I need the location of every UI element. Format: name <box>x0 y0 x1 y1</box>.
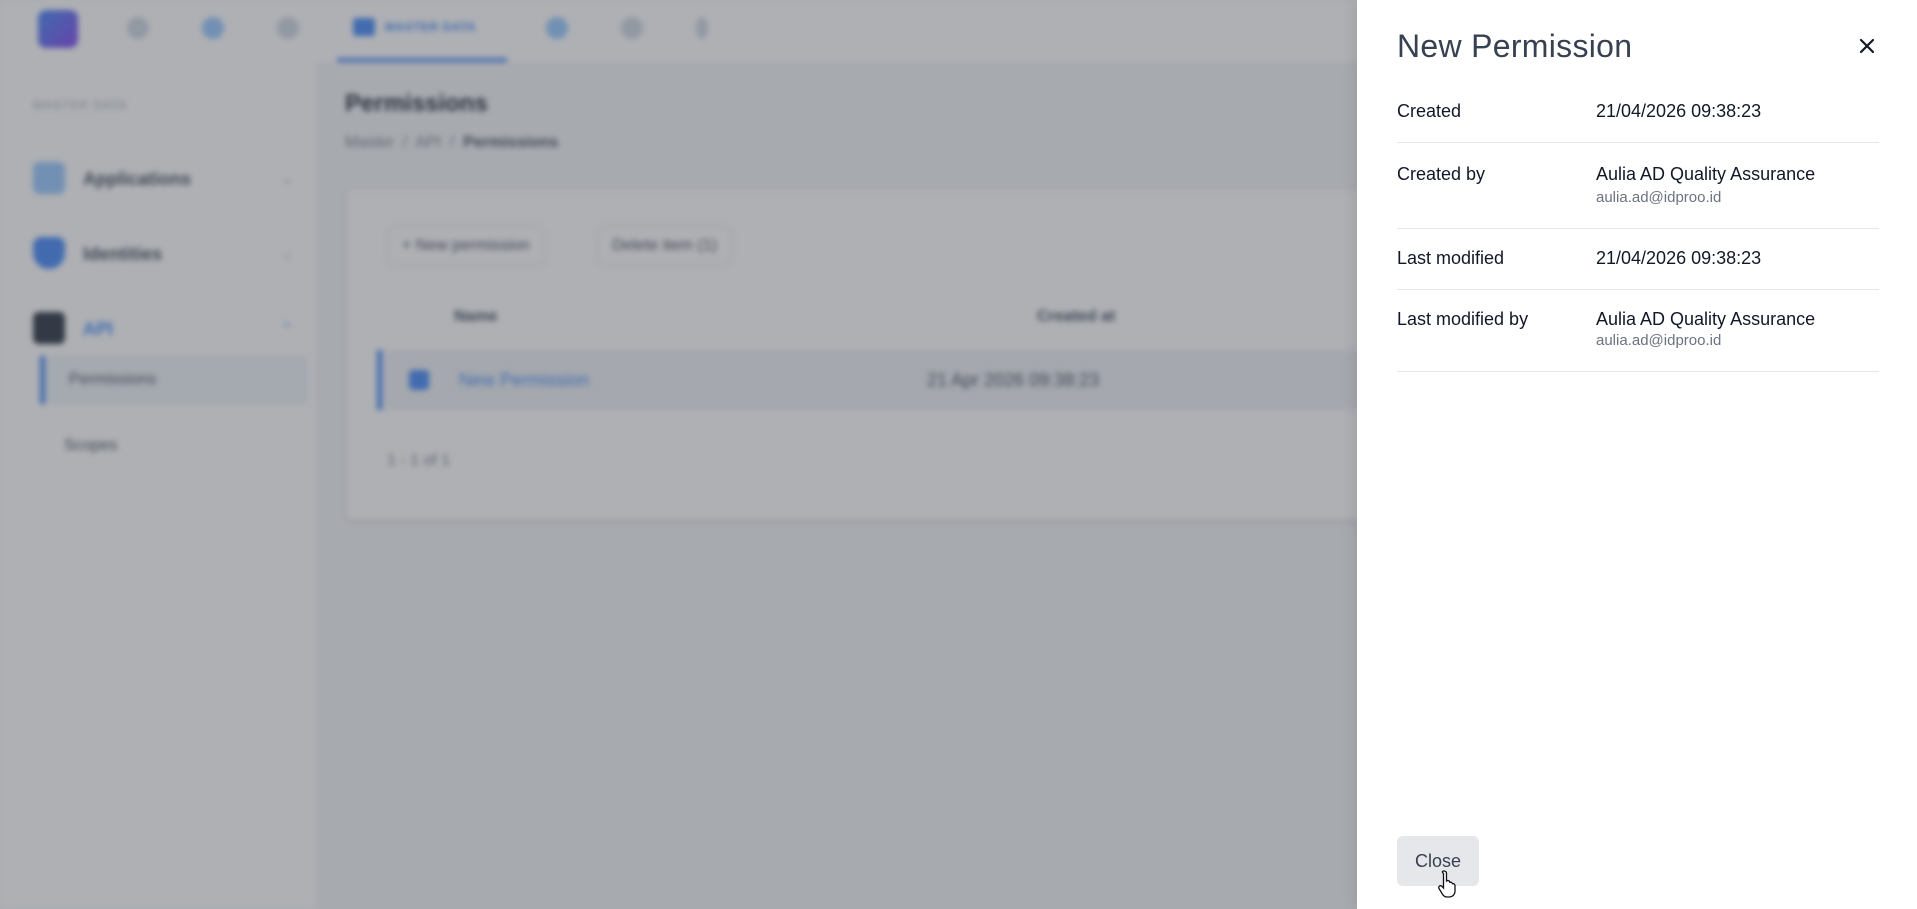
info-row-last-modified-by: Last modified by Aulia AD Quality Assura… <box>1397 290 1879 372</box>
created-by-label: Created by <box>1397 164 1486 184</box>
last-modified-by-email: aulia.ad@idproo.id <box>1596 332 1722 349</box>
created-value: 21/04/2026 09:38:23 <box>1596 101 1762 121</box>
hand-cursor-icon <box>1438 870 1456 898</box>
created-label: Created <box>1397 101 1462 121</box>
info-row-created: Created 21/04/2026 09:38:23 <box>1397 80 1879 143</box>
last-modified-by-label: Last modified by <box>1397 309 1529 329</box>
last-modified-value: 21/04/2026 09:38:23 <box>1596 248 1762 268</box>
audit-info-list: Created 21/04/2026 09:38:23 Created by A… <box>1397 80 1879 372</box>
info-row-last-modified: Last modified 21/04/2026 09:38:23 <box>1397 229 1879 290</box>
last-modified-by-value: Aulia AD Quality Assurance <box>1596 309 1816 329</box>
permission-detail-drawer: New Permission Created 21/04/2026 09:38:… <box>1357 0 1917 909</box>
last-modified-label: Last modified <box>1397 248 1505 268</box>
created-by-email: aulia.ad@idproo.id <box>1596 189 1722 206</box>
drawer-title: New Permission <box>1397 28 1633 64</box>
created-by-value: Aulia AD Quality Assurance <box>1596 164 1816 184</box>
info-row-created-by: Created by Aulia AD Quality Assurance au… <box>1397 143 1879 229</box>
close-icon[interactable] <box>1853 32 1881 60</box>
